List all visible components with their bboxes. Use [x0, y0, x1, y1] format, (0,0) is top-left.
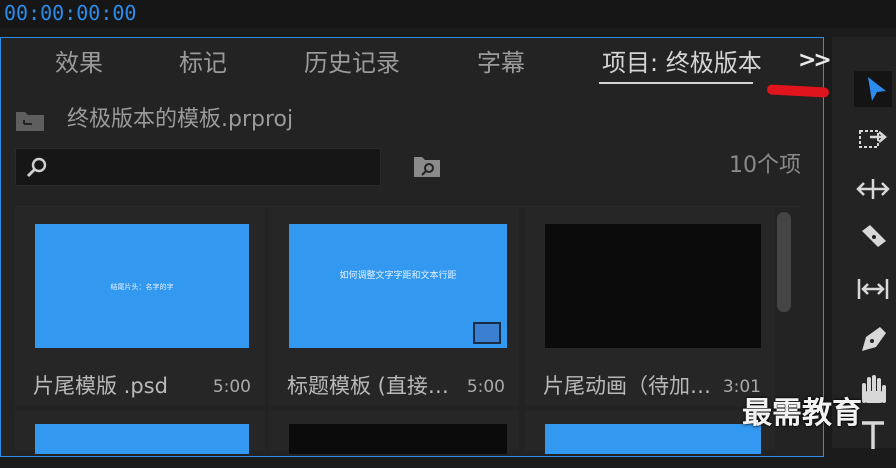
sequence-icon [473, 322, 501, 344]
project-panel: 效果 标记 历史记录 字幕 项目: 终极版本 >> 终极版本的模板.prproj… [0, 37, 832, 457]
media-thumbnail [35, 424, 249, 454]
watermark: 最需教育 [742, 396, 862, 431]
timecode[interactable]: 00:00:00:00 [4, 0, 136, 26]
media-item[interactable] [15, 410, 265, 454]
tab-markers[interactable]: 标记 [179, 46, 227, 80]
media-duration: 5:00 [212, 377, 251, 397]
pen-icon [862, 327, 886, 351]
slip-icon [857, 279, 889, 299]
media-thumbnail: 如何调整文字字距和文本行距 [289, 224, 507, 348]
track-select-icon [859, 130, 887, 148]
media-name: 片尾模版 .psd [33, 374, 168, 398]
razor-tool[interactable] [854, 221, 892, 257]
razor-icon [862, 225, 886, 247]
tab-effects[interactable]: 效果 [55, 46, 103, 80]
item-count: 10个项 [729, 153, 801, 178]
selection-tool[interactable] [854, 71, 892, 107]
ripple-edit-tool[interactable] [854, 171, 892, 207]
panel-tabs: 效果 标记 历史记录 字幕 项目: 终极版本 >> [1, 38, 832, 90]
media-item[interactable] [525, 410, 775, 454]
tab-project[interactable]: 项目: 终极版本 [602, 46, 762, 80]
media-thumbnail [289, 424, 507, 454]
project-name: 终极版本的模板.prproj [67, 107, 294, 132]
media-item[interactable]: 片尾动画（待加… 3:01 [525, 208, 775, 406]
media-name: 标题模板 (直接… [287, 374, 449, 398]
media-item[interactable]: 结尾片头：名字的字 片尾模版 .psd 5:00 [15, 208, 265, 406]
top-bar: 00:00:00:00 [0, 0, 896, 28]
divider [15, 206, 801, 207]
tools-panel [832, 37, 896, 449]
media-item[interactable]: 如何调整文字字距和文本行距 标题模板 (直接… 5:00 [269, 208, 519, 406]
media-thumbnail [545, 424, 761, 454]
arrow-icon [868, 77, 886, 101]
search-icon [26, 157, 47, 178]
slip-tool[interactable] [854, 271, 892, 307]
search-input[interactable] [15, 148, 381, 186]
folder-up-icon[interactable] [15, 108, 45, 132]
media-grid: 结尾片头：名字的字 片尾模版 .psd 5:00 如何调整文字字距和文本行距 标… [15, 208, 785, 468]
tab-captions[interactable]: 字幕 [477, 46, 525, 80]
thumbnail-text: 结尾片头：名字的字 [110, 283, 174, 291]
pen-tool[interactable] [854, 321, 892, 357]
scrollbar[interactable] [777, 212, 791, 312]
active-tab-indicator [599, 82, 753, 84]
media-item[interactable] [269, 410, 519, 454]
thumbnail-text: 如何调整文字字距和文本行距 [339, 271, 457, 281]
find-in-bin-icon[interactable] [413, 154, 441, 178]
divider [0, 28, 896, 37]
media-duration: 5:00 [466, 377, 505, 397]
media-thumbnail [545, 224, 761, 348]
ripple-edit-icon [856, 179, 890, 199]
media-thumbnail: 结尾片头：名字的字 [35, 224, 249, 348]
overflow-chevron-icon[interactable]: >> [798, 48, 832, 73]
track-select-tool[interactable] [854, 123, 892, 159]
tab-history[interactable]: 历史记录 [304, 46, 400, 80]
media-name: 片尾动画（待加… [543, 374, 711, 398]
